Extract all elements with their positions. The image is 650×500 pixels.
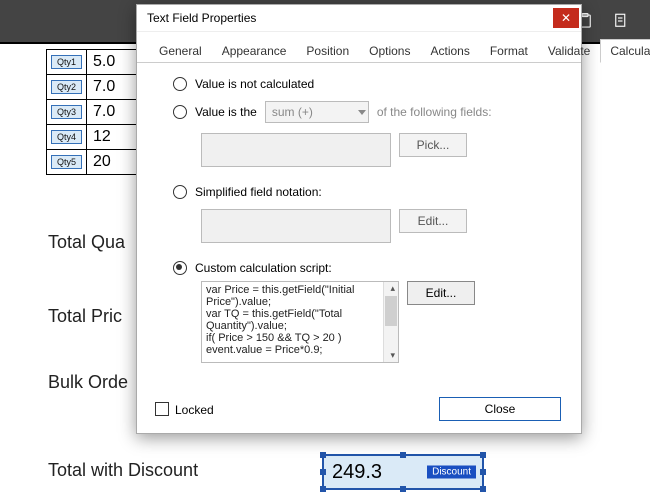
qty-field-tag: Qty1	[51, 55, 82, 69]
tab-calculate[interactable]: Calculate	[600, 39, 650, 63]
label-not-calculated: Value is not calculated	[195, 77, 314, 91]
discount-tag: Discount	[427, 466, 476, 479]
label-total-quantity: Total Qua	[48, 232, 125, 253]
discount-value: 249.3	[332, 461, 382, 484]
label-custom: Custom calculation script:	[195, 261, 332, 275]
dialog-tabbar: GeneralAppearancePositionOptionsActionsF…	[137, 32, 581, 63]
radio-value-is[interactable]	[173, 105, 187, 119]
edit-simplified-button[interactable]: Edit...	[399, 209, 467, 233]
qty-field-tag: Qty3	[51, 105, 82, 119]
qty-row[interactable]: Qty4 12	[46, 124, 140, 150]
qty-row[interactable]: Qty2 7.0	[46, 74, 140, 100]
option-custom[interactable]: Custom calculation script:	[173, 261, 559, 275]
qty-field-tag: Qty5	[51, 155, 82, 169]
tab-validate[interactable]: Validate	[538, 39, 600, 63]
script-content: var Price = this.getField("Initial Price…	[206, 284, 394, 356]
label-bulk-order: Bulk Orde	[48, 372, 128, 393]
scrollbar[interactable]: ▴ ▾	[383, 282, 398, 362]
edit-custom-button[interactable]: Edit...	[407, 281, 475, 305]
locked-checkbox[interactable]: Locked	[155, 402, 214, 417]
pick-button[interactable]: Pick...	[399, 133, 467, 157]
label-total-price: Total Pric	[48, 306, 122, 327]
qty-row[interactable]: Qty1 5.0	[46, 49, 140, 75]
label-total-discount: Total with Discount	[48, 460, 198, 481]
discount-field[interactable]: 249.3 Discount	[322, 454, 484, 490]
option-value-is[interactable]: Value is the sum (+) of the following fi…	[173, 101, 559, 123]
tab-general[interactable]: General	[149, 39, 212, 63]
close-icon: ✕	[561, 12, 571, 24]
option-simplified[interactable]: Simplified field notation:	[173, 185, 559, 199]
simplified-input[interactable]	[201, 209, 391, 243]
qty-value: 12	[86, 125, 129, 149]
operation-select[interactable]: sum (+)	[265, 101, 369, 123]
dialog-close-button[interactable]: ✕	[553, 8, 579, 28]
scroll-thumb[interactable]	[385, 296, 397, 326]
qty-value: 7.0	[86, 75, 129, 99]
qty-field-tag: Qty2	[51, 80, 82, 94]
scroll-down-icon[interactable]: ▾	[390, 350, 395, 361]
dialog-title: Text Field Properties	[147, 11, 256, 25]
option-not-calculated[interactable]: Value is not calculated	[173, 77, 559, 91]
close-button[interactable]: Close	[439, 397, 561, 421]
chevron-down-icon	[358, 110, 366, 115]
qty-row[interactable]: Qty5 20	[46, 149, 140, 175]
doc-background: Qty1 5.0 Qty2 7.0 Qty3 7.0 Qty4 12 Qty5 20	[0, 50, 140, 175]
dialog-footer: Locked Close	[137, 397, 581, 421]
qty-value: 20	[86, 150, 129, 174]
radio-custom[interactable]	[173, 261, 187, 275]
qty-value: 5.0	[86, 50, 129, 74]
tab-format[interactable]: Format	[480, 39, 538, 63]
select-label: sum (+)	[272, 105, 313, 119]
label-simplified: Simplified field notation:	[195, 185, 322, 199]
fields-list[interactable]	[201, 133, 391, 167]
page-icon[interactable]	[612, 12, 630, 30]
tab-options[interactable]: Options	[359, 39, 420, 63]
tab-actions[interactable]: Actions	[420, 39, 479, 63]
scroll-up-icon[interactable]: ▴	[390, 283, 395, 294]
tab-appearance[interactable]: Appearance	[212, 39, 297, 63]
qty-row[interactable]: Qty3 7.0	[46, 99, 140, 125]
qty-field-tag: Qty4	[51, 130, 82, 144]
script-textarea[interactable]: var Price = this.getField("Initial Price…	[201, 281, 399, 363]
radio-not-calculated[interactable]	[173, 77, 187, 91]
locked-label: Locked	[175, 403, 214, 417]
label-following: of the following fields:	[377, 105, 492, 119]
checkbox-icon[interactable]	[155, 402, 169, 416]
qty-value: 7.0	[86, 100, 129, 124]
dialog-body: Value is not calculated Value is the sum…	[137, 63, 581, 363]
text-field-properties-dialog: Text Field Properties ✕ GeneralAppearanc…	[136, 4, 582, 434]
dialog-titlebar[interactable]: Text Field Properties ✕	[137, 5, 581, 32]
label-value-is: Value is the	[195, 105, 257, 119]
tab-position[interactable]: Position	[296, 39, 359, 63]
radio-simplified[interactable]	[173, 185, 187, 199]
